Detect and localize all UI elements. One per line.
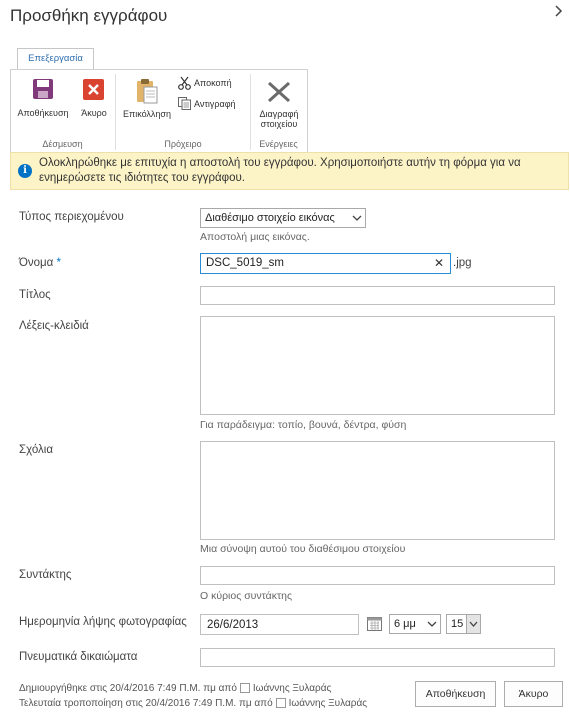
content-type-label: Τύπος περιεχομένου	[19, 211, 124, 223]
presence-icon	[239, 683, 250, 694]
chevron-down-icon	[427, 621, 437, 627]
ribbon-cut-button[interactable]: Αποκοπή	[178, 76, 244, 91]
minute-dropdown-arrow[interactable]	[466, 615, 480, 633]
save-button[interactable]: Αποθήκευση	[415, 681, 496, 707]
hour-select[interactable]: 6 μμ	[389, 614, 441, 634]
date-value: 26/6/2013	[207, 619, 259, 631]
copy-label: Αντιγραφή	[194, 99, 236, 109]
author-hint: Ο κύριος συντάκτης	[200, 590, 293, 602]
author-label: Συντάκτης	[19, 569, 72, 581]
status-message: Ολοκληρώθηκε με επιτυχία η αποστολή του …	[39, 157, 521, 184]
delete-icon	[267, 81, 291, 103]
delete-label-line2: στοιχείου	[260, 119, 298, 129]
copyright-label: Πνευματικά δικαιώματα	[19, 651, 138, 663]
modified-info: Τελευταία τροποποίηση στις 20/4/2016 7:4…	[19, 698, 367, 709]
tab-edit[interactable]: Επεξεργασία	[17, 48, 94, 71]
keywords-label: Λέξεις-κλειδιά	[19, 320, 89, 332]
copyright-input[interactable]	[200, 648, 555, 667]
cancel-icon	[83, 79, 104, 100]
keywords-hint: Για παράδειγμα: τοπίο, βουνά, δέντρα, φύ…	[200, 419, 407, 431]
minute-select[interactable]: 15	[446, 614, 481, 634]
minute-value: 15	[451, 618, 464, 630]
chevron-down-icon	[352, 215, 362, 221]
dialog-title: Προσθήκη εγγράφου	[10, 6, 168, 25]
name-input[interactable]: DSC_5019_sm ✕	[200, 253, 451, 274]
group-label-commit: Δέσμευση	[42, 139, 83, 149]
ribbon-paste-button[interactable]: Επικόλληση	[120, 78, 174, 122]
comments-hint: Μια σύνοψη αυτού του διαθέσιμου στοιχείο…	[200, 543, 406, 555]
cut-label: Αποκοπή	[194, 78, 232, 88]
close-dialog-button[interactable]	[554, 4, 564, 21]
ribbon-cancel-button[interactable]: Άκυρο	[76, 78, 112, 122]
created-by-link[interactable]: Ιωάννης Ξυλαράς	[253, 683, 331, 694]
hour-value: 6 μμ	[394, 618, 416, 630]
required-marker: *	[56, 257, 62, 269]
group-label-actions: Ενέργειες	[259, 139, 298, 149]
status-banner: i Ολοκληρώθηκε με επιτυχία η αποστολή το…	[10, 152, 569, 190]
delete-label: Διαγραφή στοιχείου	[255, 109, 303, 129]
comments-label: Σχόλια	[19, 444, 53, 456]
info-icon: i	[18, 164, 32, 178]
save-icon	[33, 79, 53, 99]
scissors-icon	[178, 76, 191, 90]
ribbon-copy-button[interactable]: Αντιγραφή	[178, 97, 248, 112]
group-label-clipboard: Πρόχειρο	[164, 139, 202, 149]
content-type-select[interactable]: Διαθέσιμο στοιχείο εικόνας	[200, 208, 366, 228]
title-input[interactable]	[200, 286, 555, 305]
author-input[interactable]	[200, 566, 555, 585]
file-extension: .jpg	[453, 257, 472, 269]
name-label-text: Όνομα	[19, 257, 54, 269]
chevron-down-icon	[469, 621, 478, 627]
save-label: Αποθήκευση	[17, 108, 69, 118]
content-type-value: Διαθέσιμο στοιχείο εικόνας	[205, 212, 335, 224]
calendar-icon[interactable]	[367, 616, 382, 631]
close-icon[interactable]	[554, 4, 564, 18]
delete-label-line1: Διαγραφή	[259, 109, 299, 119]
presence-icon	[275, 698, 286, 709]
paste-label: Επικόλληση	[122, 109, 171, 119]
date-input[interactable]: 26/6/2013	[200, 614, 359, 635]
keywords-textarea[interactable]	[200, 316, 555, 415]
modified-by-link[interactable]: Ιωάννης Ξυλαράς	[289, 698, 367, 709]
created-text: Δημιουργήθηκε στις 20/4/2016 7:49 Π.Μ. π…	[19, 683, 237, 694]
name-input-value: DSC_5019_sm	[206, 257, 284, 269]
ribbon-save-button[interactable]: Αποθήκευση	[14, 78, 72, 122]
title-label: Τίτλος	[19, 289, 51, 301]
content-type-hint: Αποστολή μιας εικόνας.	[200, 231, 310, 243]
date-taken-label: Ημερομηνία λήψης φωτογραφίας	[19, 616, 187, 628]
copy-icon	[178, 97, 191, 110]
ribbon-delete-item-button[interactable]: Διαγραφή στοιχείου	[255, 78, 303, 134]
paste-icon	[137, 79, 158, 104]
comments-textarea[interactable]	[200, 441, 555, 540]
clear-icon[interactable]: ✕	[434, 256, 444, 270]
cancel-label: Άκυρο	[81, 108, 107, 118]
name-label: Όνομα *	[19, 257, 61, 269]
created-info: Δημιουργήθηκε στις 20/4/2016 7:49 Π.Μ. π…	[19, 683, 331, 694]
modified-text: Τελευταία τροποποίηση στις 20/4/2016 7:4…	[19, 698, 273, 709]
cancel-button[interactable]: Άκυρο	[504, 681, 563, 707]
